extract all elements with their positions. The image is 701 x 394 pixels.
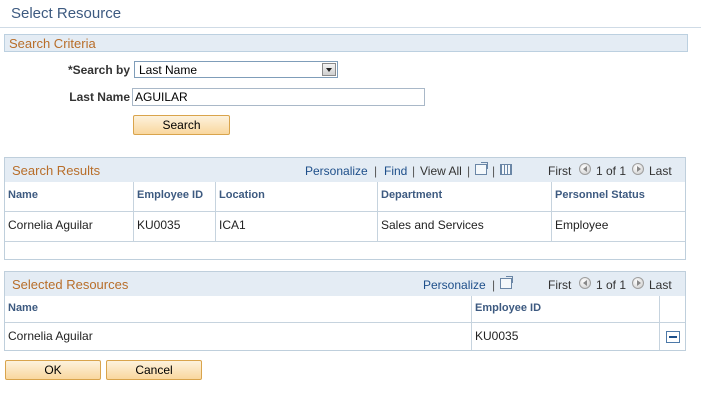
cancel-button[interactable]: Cancel bbox=[106, 360, 202, 380]
page-range: 1 of 1 bbox=[596, 278, 627, 292]
column-header-name[interactable]: Name bbox=[5, 296, 471, 322]
column-header-department[interactable]: Department bbox=[377, 182, 551, 211]
search-results-column-headers: Name Employee ID Location Department Per… bbox=[5, 182, 685, 212]
column-header-name[interactable]: Name bbox=[5, 182, 133, 211]
separator: | bbox=[467, 164, 471, 178]
search-button[interactable]: Search bbox=[133, 115, 230, 135]
remove-row-icon[interactable] bbox=[666, 331, 680, 343]
title-divider bbox=[0, 27, 701, 28]
dropdown-arrow-icon[interactable] bbox=[322, 63, 336, 76]
last-arrow-icon[interactable] bbox=[632, 163, 644, 175]
employee-id-cell: KU0035 bbox=[133, 212, 215, 241]
separator: | bbox=[412, 164, 416, 178]
selected-resources-title: Selected Resources bbox=[12, 277, 129, 292]
column-header-location[interactable]: Location bbox=[215, 182, 377, 211]
search-by-select[interactable]: Last Name bbox=[134, 61, 338, 78]
search-results-header: Search Results Personalize | Find | View… bbox=[5, 158, 685, 183]
separator: | bbox=[492, 164, 496, 178]
personalize-link[interactable]: Personalize bbox=[305, 164, 368, 178]
table-row: Cornelia Aguilar KU0035 bbox=[5, 323, 685, 350]
search-criteria-header: Search Criteria bbox=[4, 34, 688, 52]
selected-resources-header: Selected Resources Personalize | First 1… bbox=[5, 272, 685, 297]
remove-cell bbox=[659, 323, 685, 350]
search-criteria-title: Search Criteria bbox=[9, 36, 96, 51]
view-all-link[interactable]: View All bbox=[420, 164, 462, 178]
selected-resources-column-headers: Name Employee ID bbox=[5, 296, 685, 323]
separator: | bbox=[374, 164, 378, 178]
first-label: First bbox=[548, 278, 572, 292]
selected-employee-id-cell: KU0035 bbox=[471, 323, 659, 350]
first-label: First bbox=[548, 164, 572, 178]
column-header-employee-id[interactable]: Employee ID bbox=[133, 182, 215, 211]
find-link[interactable]: Find bbox=[384, 164, 407, 178]
column-header-employee-id[interactable]: Employee ID bbox=[471, 296, 659, 322]
page-range: 1 of 1 bbox=[596, 164, 627, 178]
table-row: Cornelia Aguilar KU0035 ICA1 Sales and S… bbox=[5, 212, 685, 242]
last-name-input[interactable]: AGUILAR bbox=[132, 88, 425, 106]
selected-name-cell: Cornelia Aguilar bbox=[8, 329, 93, 343]
search-by-value: Last Name bbox=[139, 63, 198, 77]
last-label: Last bbox=[649, 164, 672, 178]
zoom-grid-icon[interactable] bbox=[500, 276, 513, 289]
personnel-status-cell: Employee bbox=[551, 212, 685, 241]
resource-name-link[interactable]: Cornelia Aguilar bbox=[5, 212, 133, 241]
search-results-grid: Search Results Personalize | Find | View… bbox=[4, 157, 686, 260]
last-name-label: Last Name bbox=[69, 90, 130, 104]
search-by-label: *Search by bbox=[67, 63, 130, 77]
zoom-grid-icon[interactable] bbox=[475, 162, 488, 175]
ok-button[interactable]: OK bbox=[5, 360, 101, 380]
separator: | bbox=[492, 278, 496, 292]
personalize-link[interactable]: Personalize bbox=[423, 278, 486, 292]
last-arrow-icon[interactable] bbox=[632, 277, 644, 289]
first-arrow-icon[interactable] bbox=[579, 163, 591, 175]
page-title: Select Resource bbox=[11, 5, 122, 22]
department-cell: Sales and Services bbox=[377, 212, 551, 241]
column-header-personnel-status[interactable]: Personnel Status bbox=[551, 182, 685, 211]
search-results-title: Search Results bbox=[12, 163, 101, 178]
location-cell: ICA1 bbox=[215, 212, 377, 241]
last-label: Last bbox=[649, 278, 672, 292]
selected-resources-grid: Selected Resources Personalize | First 1… bbox=[4, 271, 686, 351]
column-header-action bbox=[659, 296, 685, 322]
download-grid-icon[interactable] bbox=[500, 164, 512, 175]
first-arrow-icon[interactable] bbox=[579, 277, 591, 289]
